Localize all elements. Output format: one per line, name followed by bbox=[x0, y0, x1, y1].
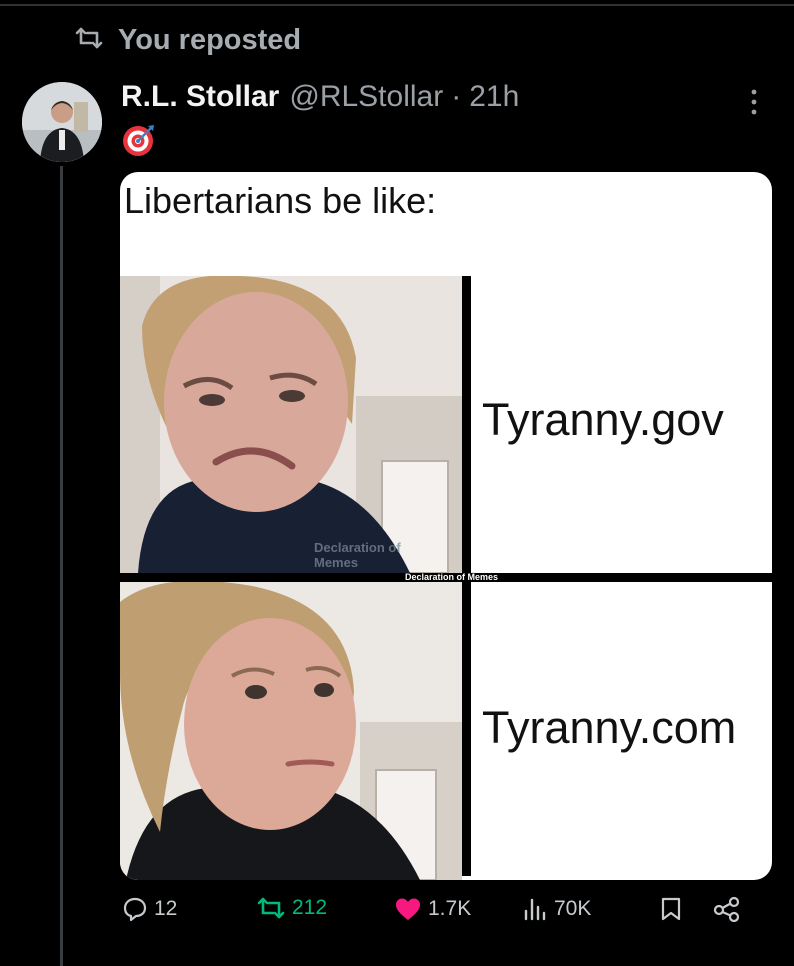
post-timestamp[interactable]: 21h bbox=[469, 80, 519, 114]
action-bar: 12 212 1.7K 70K bbox=[0, 896, 794, 936]
avatar[interactable] bbox=[22, 82, 102, 162]
bookmark-button[interactable] bbox=[660, 896, 682, 922]
repost-indicator: You reposted bbox=[74, 24, 301, 57]
repost-action-icon bbox=[256, 896, 286, 920]
reply-count: 12 bbox=[154, 897, 178, 920]
views-count: 70K bbox=[554, 897, 592, 920]
repost-button[interactable]: 212 bbox=[256, 896, 327, 920]
target-emoji-icon bbox=[121, 122, 157, 158]
author-handle[interactable]: @RLStollar bbox=[289, 80, 443, 114]
panel-text-com: Tyranny.com bbox=[482, 702, 737, 753]
meme-caption: Libertarians be like: bbox=[124, 180, 437, 221]
bookmark-icon bbox=[660, 896, 682, 922]
panel-text-gov: Tyranny.gov bbox=[482, 394, 724, 445]
more-options-icon[interactable] bbox=[746, 86, 762, 118]
analytics-icon bbox=[522, 896, 548, 922]
reply-button[interactable]: 12 bbox=[122, 896, 177, 922]
like-button[interactable]: 1.7K bbox=[394, 896, 471, 922]
repost-count: 212 bbox=[292, 896, 328, 919]
thread-line bbox=[60, 166, 63, 966]
meme-image[interactable]: Libertarians be like: Tyranny.gov Tyrann… bbox=[120, 172, 772, 880]
watermark-divider: Declaration of Memes bbox=[405, 572, 499, 582]
author-name[interactable]: R.L. Stollar bbox=[121, 80, 279, 114]
views-button[interactable]: 70K bbox=[522, 896, 591, 922]
reply-icon bbox=[122, 896, 148, 922]
share-icon bbox=[712, 896, 742, 922]
meme-photo-top bbox=[120, 276, 462, 573]
repost-icon bbox=[74, 26, 104, 55]
like-count: 1.7K bbox=[428, 897, 472, 920]
watermark-face: Declaration of Memes bbox=[314, 540, 401, 570]
header-separator: · bbox=[451, 80, 462, 113]
post-header: R.L. Stollar @RLStollar · 21h bbox=[121, 80, 519, 114]
meme-photo-bottom bbox=[120, 582, 462, 880]
top-divider bbox=[0, 4, 794, 6]
repost-label: You reposted bbox=[118, 24, 302, 56]
share-button[interactable] bbox=[712, 896, 742, 922]
heart-icon bbox=[394, 896, 422, 922]
